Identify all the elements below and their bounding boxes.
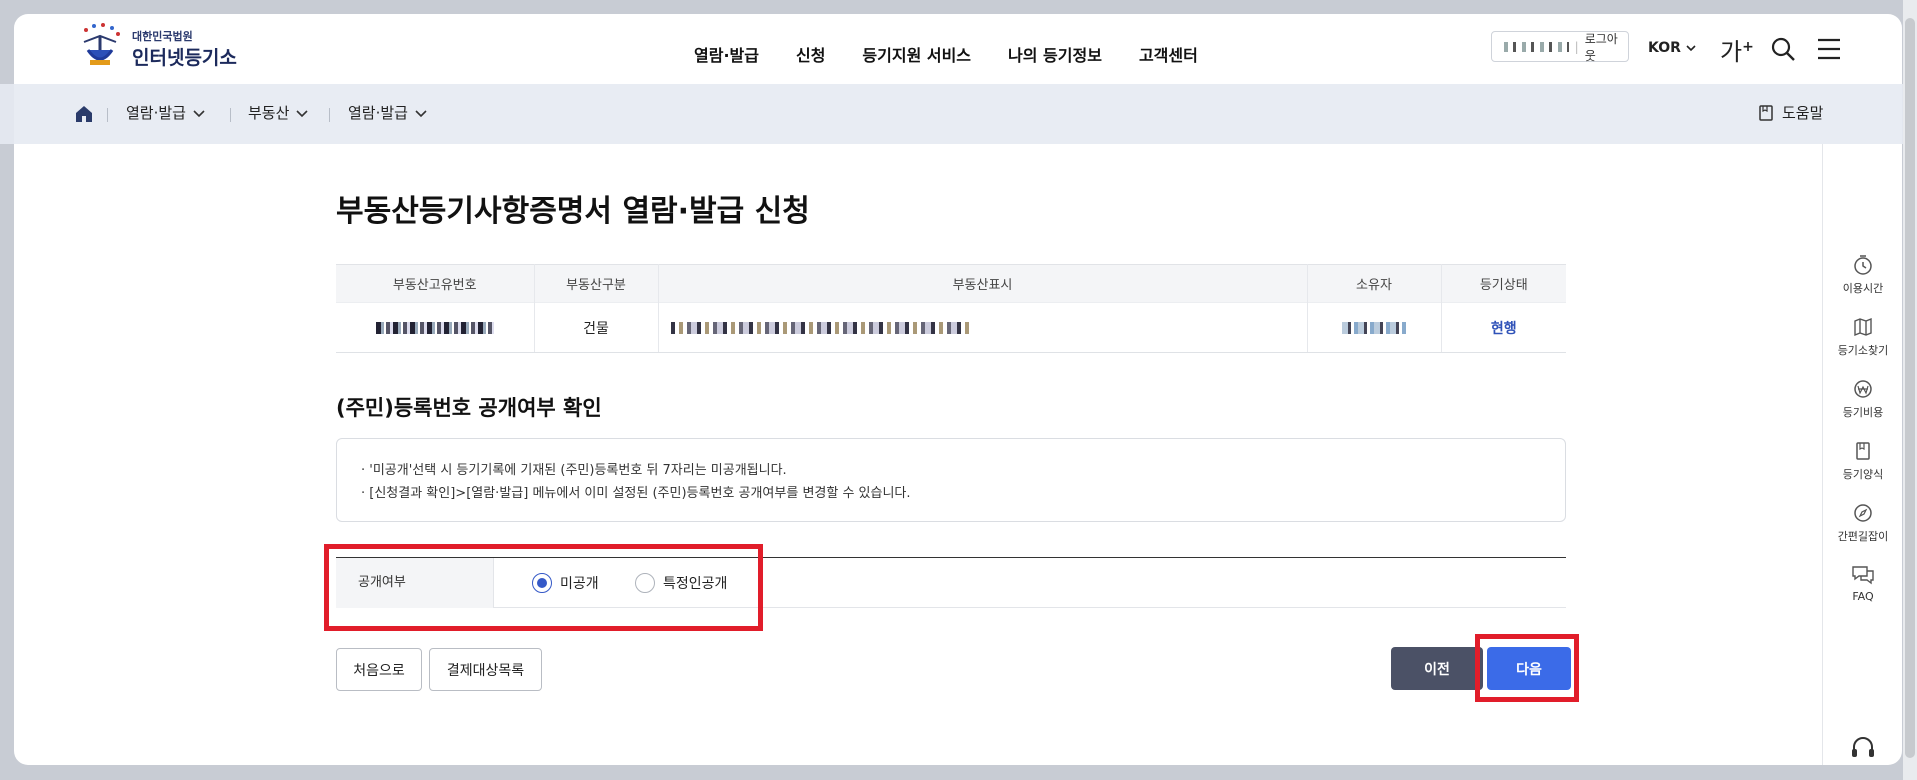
quick-label: 등기양식	[1842, 468, 1884, 481]
quick-label: FAQ	[1852, 590, 1874, 603]
section-title: (주민)등록번호 공개여부 확인	[336, 396, 602, 420]
quick-find-office[interactable]: 등기소찾기	[1823, 316, 1902, 358]
logo-title: 인터넷등기소	[132, 47, 237, 69]
user-box: | 로그아웃	[1491, 30, 1629, 64]
property-table: 부동산고유번호 부동산구분 부동산표시 소유자 등기상태 건물 현행	[336, 264, 1566, 353]
breadcrumb-real-estate[interactable]: 부동산	[248, 102, 309, 123]
site-logo[interactable]: 대한민국법원 인터넷등기소	[76, 18, 266, 74]
quick-label: 등기비용	[1842, 406, 1884, 419]
headset-icon[interactable]	[1849, 734, 1877, 762]
masked-owner	[1307, 302, 1442, 353]
browser-content: 대한민국법원 인터넷등기소 열람·발급 신청 등기지원 서비스 나의 등기정보 …	[14, 14, 1902, 765]
quick-faq[interactable]: FAQ	[1823, 564, 1902, 603]
notice-line: · '미공개'선택 시 등기기록에 기재된 (주민)등록번호 뒤 7자리는 미공…	[361, 463, 787, 478]
breadcrumb-label: 열람·발급	[348, 104, 408, 122]
nav-support[interactable]: 등기지원 서비스	[862, 42, 971, 66]
chat-bubble-icon	[1852, 566, 1874, 585]
nav-apply[interactable]: 신청	[796, 42, 825, 66]
radio-indicator[interactable]	[635, 573, 655, 593]
notice-box: · '미공개'선택 시 등기기록에 기재된 (주민)등록번호 뒤 7자리는 미공…	[336, 438, 1566, 522]
quick-forms[interactable]: 등기양식	[1823, 440, 1902, 482]
breadcrumb-label: 열람·발급	[126, 104, 186, 122]
quick-menu: 이용시간 등기소찾기 등기비용 등기양식 간편길잡이 FAQ	[1822, 144, 1902, 765]
compass-icon	[1854, 504, 1872, 522]
first-button[interactable]: 처음으로	[336, 648, 422, 691]
disclosure-form-row: 공개여부 미공개 특정인공개	[336, 558, 1566, 608]
nav-view-issue[interactable]: 열람·발급	[694, 42, 759, 66]
breadcrumb-label: 부동산	[248, 104, 290, 122]
help-label: 도움말	[1782, 104, 1824, 122]
header-property-id: 부동산고유번호	[336, 264, 535, 303]
radio-label: 특정인공개	[663, 576, 728, 592]
chevron-down-icon	[193, 109, 205, 117]
breadcrumb-divider	[107, 108, 108, 122]
masked-property-id	[336, 302, 535, 353]
prev-button[interactable]: 이전	[1391, 647, 1483, 690]
chevron-down-icon	[415, 109, 427, 117]
map-icon	[1854, 317, 1872, 337]
radio-specific-public[interactable]: 특정인공개	[635, 573, 727, 593]
breadcrumb-view-issue[interactable]: 열람·발급	[126, 102, 206, 123]
payment-list-button[interactable]: 결제대상목록	[429, 648, 542, 691]
quick-label: 간편길잡이	[1837, 530, 1889, 543]
font-size-label: 가	[1720, 38, 1743, 66]
main-nav: 열람·발급 신청 등기지원 서비스 나의 등기정보 고객센터	[694, 42, 1235, 66]
scrollbar-thumb[interactable]	[1905, 18, 1915, 758]
quick-hours[interactable]: 이용시간	[1823, 254, 1902, 296]
radio-private[interactable]: 미공개	[532, 573, 599, 593]
nav-customer-center[interactable]: 고객센터	[1139, 42, 1198, 66]
user-divider: |	[1574, 39, 1579, 54]
page-scrollbar[interactable]	[1903, 0, 1917, 780]
disclosure-label: 공개여부	[336, 558, 494, 608]
clock-icon	[1854, 255, 1872, 275]
table-header-row: 부동산고유번호 부동산구분 부동산표시 소유자 등기상태	[336, 264, 1566, 303]
quick-label: 등기소찾기	[1837, 344, 1889, 357]
help-link[interactable]: 도움말	[1758, 102, 1823, 123]
language-label: KOR	[1648, 40, 1681, 56]
quick-guide[interactable]: 간편길잡이	[1823, 502, 1902, 544]
help-book-icon	[1759, 104, 1773, 121]
logout-link[interactable]: 로그아웃	[1585, 30, 1628, 64]
nav-my-info[interactable]: 나의 등기정보	[1008, 42, 1102, 66]
header-property-type: 부동산구분	[534, 264, 659, 303]
hamburger-menu-icon[interactable]	[1816, 36, 1842, 62]
breadcrumb-divider	[230, 108, 231, 122]
home-icon[interactable]	[74, 104, 94, 124]
masked-property-address	[658, 302, 1308, 353]
chevron-down-icon	[296, 109, 308, 117]
notice-line: · [신청결과 확인]>[열람·발급] 메뉴에서 이미 설정된 (주민)등록번호…	[361, 486, 911, 501]
site-header: 대한민국법원 인터넷등기소 열람·발급 신청 등기지원 서비스 나의 등기정보 …	[14, 14, 1902, 84]
header-property-address: 부동산표시	[658, 264, 1308, 303]
table-row: 건물 현행	[336, 302, 1566, 353]
font-size-plus: +	[1742, 39, 1754, 55]
breadcrumb-view-issue-sub[interactable]: 열람·발급	[348, 102, 428, 123]
registration-status: 현행	[1441, 302, 1566, 353]
court-emblem-icon	[83, 23, 120, 65]
page-title: 부동산등기사항증명서 열람·발급 신청	[336, 194, 810, 229]
breadcrumb: 열람·발급 부동산 열람·발급 도움말	[14, 84, 1902, 144]
masked-user-name	[1504, 41, 1569, 52]
font-size-button[interactable]: 가+	[1720, 32, 1754, 67]
quick-label: 이용시간	[1842, 282, 1884, 295]
language-selector[interactable]: KOR	[1648, 40, 1697, 56]
logo-subtitle: 대한민국법원	[132, 30, 193, 43]
search-icon[interactable]	[1770, 36, 1796, 62]
next-button[interactable]: 다음	[1487, 647, 1571, 690]
document-icon	[1856, 442, 1870, 460]
quick-fees[interactable]: 등기비용	[1823, 378, 1902, 420]
header-status: 등기상태	[1441, 264, 1566, 303]
property-type: 건물	[534, 302, 659, 353]
won-coin-icon	[1854, 380, 1872, 398]
radio-label: 미공개	[560, 576, 599, 592]
header-owner: 소유자	[1307, 264, 1442, 303]
radio-selected-indicator[interactable]	[532, 573, 552, 593]
chevron-down-icon	[1686, 45, 1696, 52]
breadcrumb-divider	[329, 108, 330, 122]
